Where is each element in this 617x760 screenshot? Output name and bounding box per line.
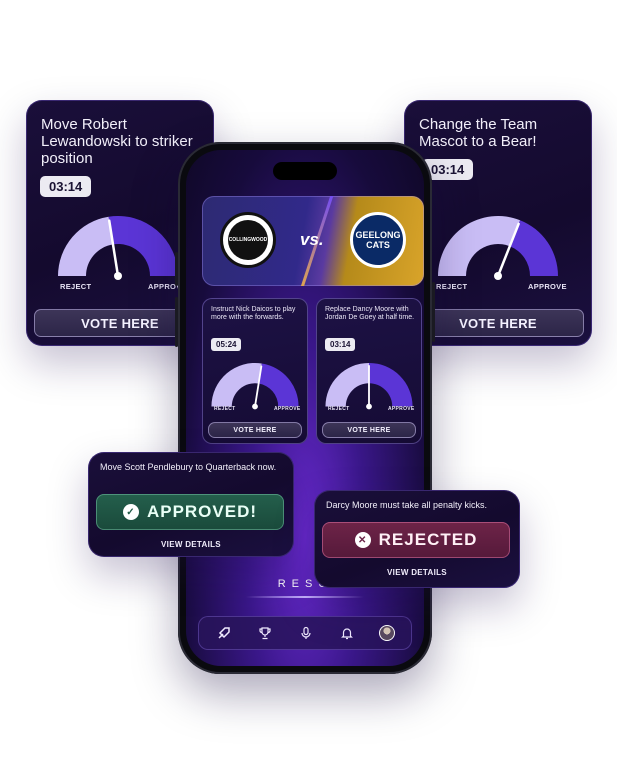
check-icon: ✓ bbox=[122, 504, 139, 520]
poll-timer: 03:14 bbox=[325, 338, 356, 351]
poll-timer: 05:24 bbox=[211, 338, 242, 351]
dynamic-island bbox=[273, 162, 337, 180]
microphone-icon[interactable] bbox=[297, 624, 315, 642]
rejected-label: REJECTED bbox=[378, 530, 478, 549]
gauge-reject-segment bbox=[211, 362, 262, 407]
view-details-link[interactable]: VIEW DETAILS bbox=[314, 568, 520, 577]
poll-title: Move Robert Lewandowski to striker posit… bbox=[41, 116, 193, 167]
rejected-result-card: Darcy Moore must take all penalty kicks.… bbox=[314, 490, 520, 588]
view-details-link[interactable]: VIEW DETAILS bbox=[88, 540, 294, 549]
phone-side-button bbox=[175, 297, 178, 347]
approved-result-card: Move Scott Pendlebury to Quarterback now… bbox=[88, 452, 294, 557]
vs-label: vs. bbox=[300, 230, 324, 249]
reject-label: REJECT bbox=[214, 406, 236, 412]
approve-label: APPROVE bbox=[388, 406, 415, 412]
gauge-reject-segment bbox=[325, 362, 369, 407]
close-icon: ✕ bbox=[354, 532, 371, 548]
rejected-badge: ✕ REJECTED bbox=[322, 522, 510, 558]
reject-label: REJECT bbox=[436, 282, 468, 291]
vote-here-button[interactable]: VOTE HERE bbox=[412, 309, 584, 337]
poll-title: Instruct Nick Daicos to play more with t… bbox=[211, 306, 296, 321]
trophy-icon[interactable] bbox=[256, 624, 274, 642]
phone-frame: COLLINGWOOD vs. GEELONG CATS Instruct Ni… bbox=[175, 142, 435, 674]
avatar[interactable] bbox=[378, 625, 395, 641]
result-title: Move Scott Pendlebury to Quarterback now… bbox=[100, 462, 277, 472]
gauge-hub bbox=[114, 272, 122, 280]
vote-here-button[interactable]: VOTE HERE bbox=[322, 422, 416, 438]
bottom-tab-bar bbox=[198, 616, 412, 650]
reject-label: REJECT bbox=[328, 406, 350, 412]
approve-label: APPROVE bbox=[528, 282, 567, 291]
gauge-reject-segment bbox=[438, 216, 521, 276]
vote-gauge bbox=[438, 216, 558, 280]
gauge-hub bbox=[366, 403, 372, 410]
reject-label: REJECT bbox=[60, 282, 92, 291]
gauge-hub bbox=[252, 403, 258, 410]
mini-poll-card: Instruct Nick Daicos to play more with t… bbox=[202, 298, 308, 444]
poll-title: Replace Dancy Moore with Jordan De Goey … bbox=[325, 306, 415, 321]
gauge-reject-segment bbox=[58, 216, 113, 276]
phone-side-button bbox=[432, 282, 435, 342]
gauge-approve-segment bbox=[108, 216, 178, 276]
gauge-hub bbox=[494, 272, 502, 280]
poll-title: Change the Team Mascot to a Bear! bbox=[419, 116, 538, 150]
vote-gauge bbox=[58, 216, 178, 280]
mini-poll-card: Replace Dancy Moore with Jordan De Goey … bbox=[316, 298, 422, 444]
home-logo-text: COLLINGWOOD bbox=[228, 220, 268, 260]
vote-gauge bbox=[325, 362, 413, 410]
gauge-approve-segment bbox=[258, 363, 299, 407]
approved-label: APPROVED! bbox=[146, 502, 258, 521]
vote-here-button[interactable]: VOTE HERE bbox=[208, 422, 302, 438]
vote-gauge bbox=[211, 362, 299, 410]
geelong-logo: GEELONG CATS bbox=[350, 212, 406, 268]
bell-icon[interactable] bbox=[338, 624, 356, 642]
phone-screen: COLLINGWOOD vs. GEELONG CATS Instruct Ni… bbox=[186, 150, 424, 666]
match-banner: COLLINGWOOD vs. GEELONG CATS bbox=[202, 196, 424, 286]
approve-label: APPROVE bbox=[274, 406, 301, 412]
approved-badge: ✓ APPROVED! bbox=[96, 494, 284, 530]
collingwood-logo: COLLINGWOOD bbox=[220, 212, 276, 268]
result-title: Darcy Moore must take all penalty kicks. bbox=[326, 500, 488, 510]
rocket-icon[interactable] bbox=[215, 624, 233, 642]
gauge-approve-segment bbox=[369, 362, 413, 407]
results-underline bbox=[246, 596, 364, 598]
phone-side-button bbox=[175, 252, 178, 286]
away-logo-text: GEELONG CATS bbox=[355, 230, 401, 250]
poll-timer: 03:14 bbox=[40, 176, 92, 197]
